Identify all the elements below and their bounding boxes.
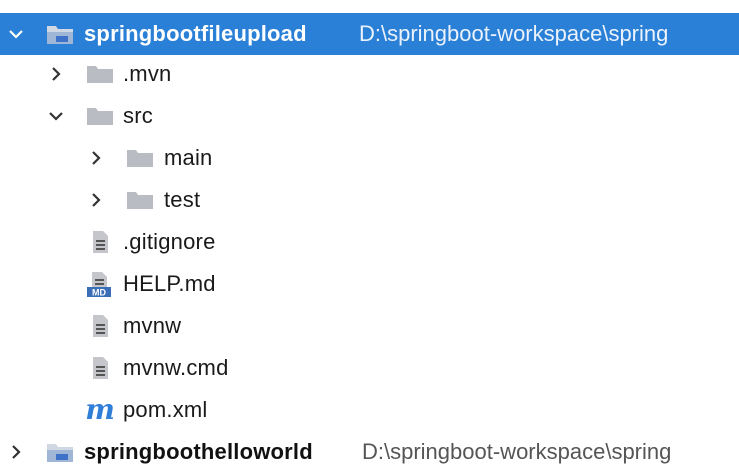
maven-file-icon: m <box>85 393 115 426</box>
tree-row-pom-xml[interactable]: m pom.xml <box>0 389 739 431</box>
tree-row-gitignore[interactable]: .gitignore <box>0 221 739 263</box>
text-file-icon <box>86 314 114 338</box>
svg-text:MD: MD <box>92 288 106 298</box>
project-tree: springbootfileupload D:\springboot-works… <box>0 0 739 464</box>
module-folder-icon <box>46 440 74 464</box>
root-module-name: springbootfileupload <box>84 21 307 46</box>
text-file-icon <box>86 356 114 380</box>
folder-icon <box>86 104 114 128</box>
next-module-name: springboothelloworld <box>84 439 313 464</box>
next-module-path: D:\springboot-workspace\spring <box>362 439 672 464</box>
tree-row-mvnw[interactable]: mvnw <box>0 305 739 347</box>
tree-item-label: src <box>123 103 153 128</box>
chevron-down-icon[interactable] <box>6 24 26 44</box>
folder-icon <box>126 146 154 170</box>
chevron-down-icon[interactable] <box>46 106 66 126</box>
tree-item-label: mvnw.cmd <box>123 355 229 380</box>
tree-item-label: HELP.md <box>123 271 216 296</box>
tree-item-label: pom.xml <box>123 397 208 422</box>
tree-row-main[interactable]: main <box>0 137 739 179</box>
tree-row-root-module[interactable]: springbootfileupload D:\springboot-works… <box>0 13 739 55</box>
tree-row-src[interactable]: src <box>0 95 739 137</box>
tree-item-label: .gitignore <box>123 229 216 254</box>
tree-item-label: main <box>164 145 213 170</box>
text-file-icon <box>86 230 114 254</box>
folder-icon <box>126 188 154 212</box>
folder-icon <box>86 62 114 86</box>
tree-row-test[interactable]: test <box>0 179 739 221</box>
tree-row-next-module[interactable]: springboothelloworld D:\springboot-works… <box>0 431 739 473</box>
tree-item-label: mvnw <box>123 313 182 338</box>
chevron-right-icon[interactable] <box>6 442 26 462</box>
module-folder-icon <box>46 22 74 46</box>
tree-row-help-md[interactable]: MD HELP.md <box>0 263 739 305</box>
root-module-path: D:\springboot-workspace\spring <box>359 21 669 46</box>
chevron-right-icon[interactable] <box>46 64 66 84</box>
tree-item-label: test <box>164 187 201 212</box>
tree-row-mvn[interactable]: .mvn <box>0 53 739 95</box>
tree-row-mvnw-cmd[interactable]: mvnw.cmd <box>0 347 739 389</box>
chevron-right-icon[interactable] <box>86 190 106 210</box>
tree-item-label: .mvn <box>123 61 172 86</box>
markdown-file-icon: MD <box>86 272 114 298</box>
chevron-right-icon[interactable] <box>86 148 106 168</box>
